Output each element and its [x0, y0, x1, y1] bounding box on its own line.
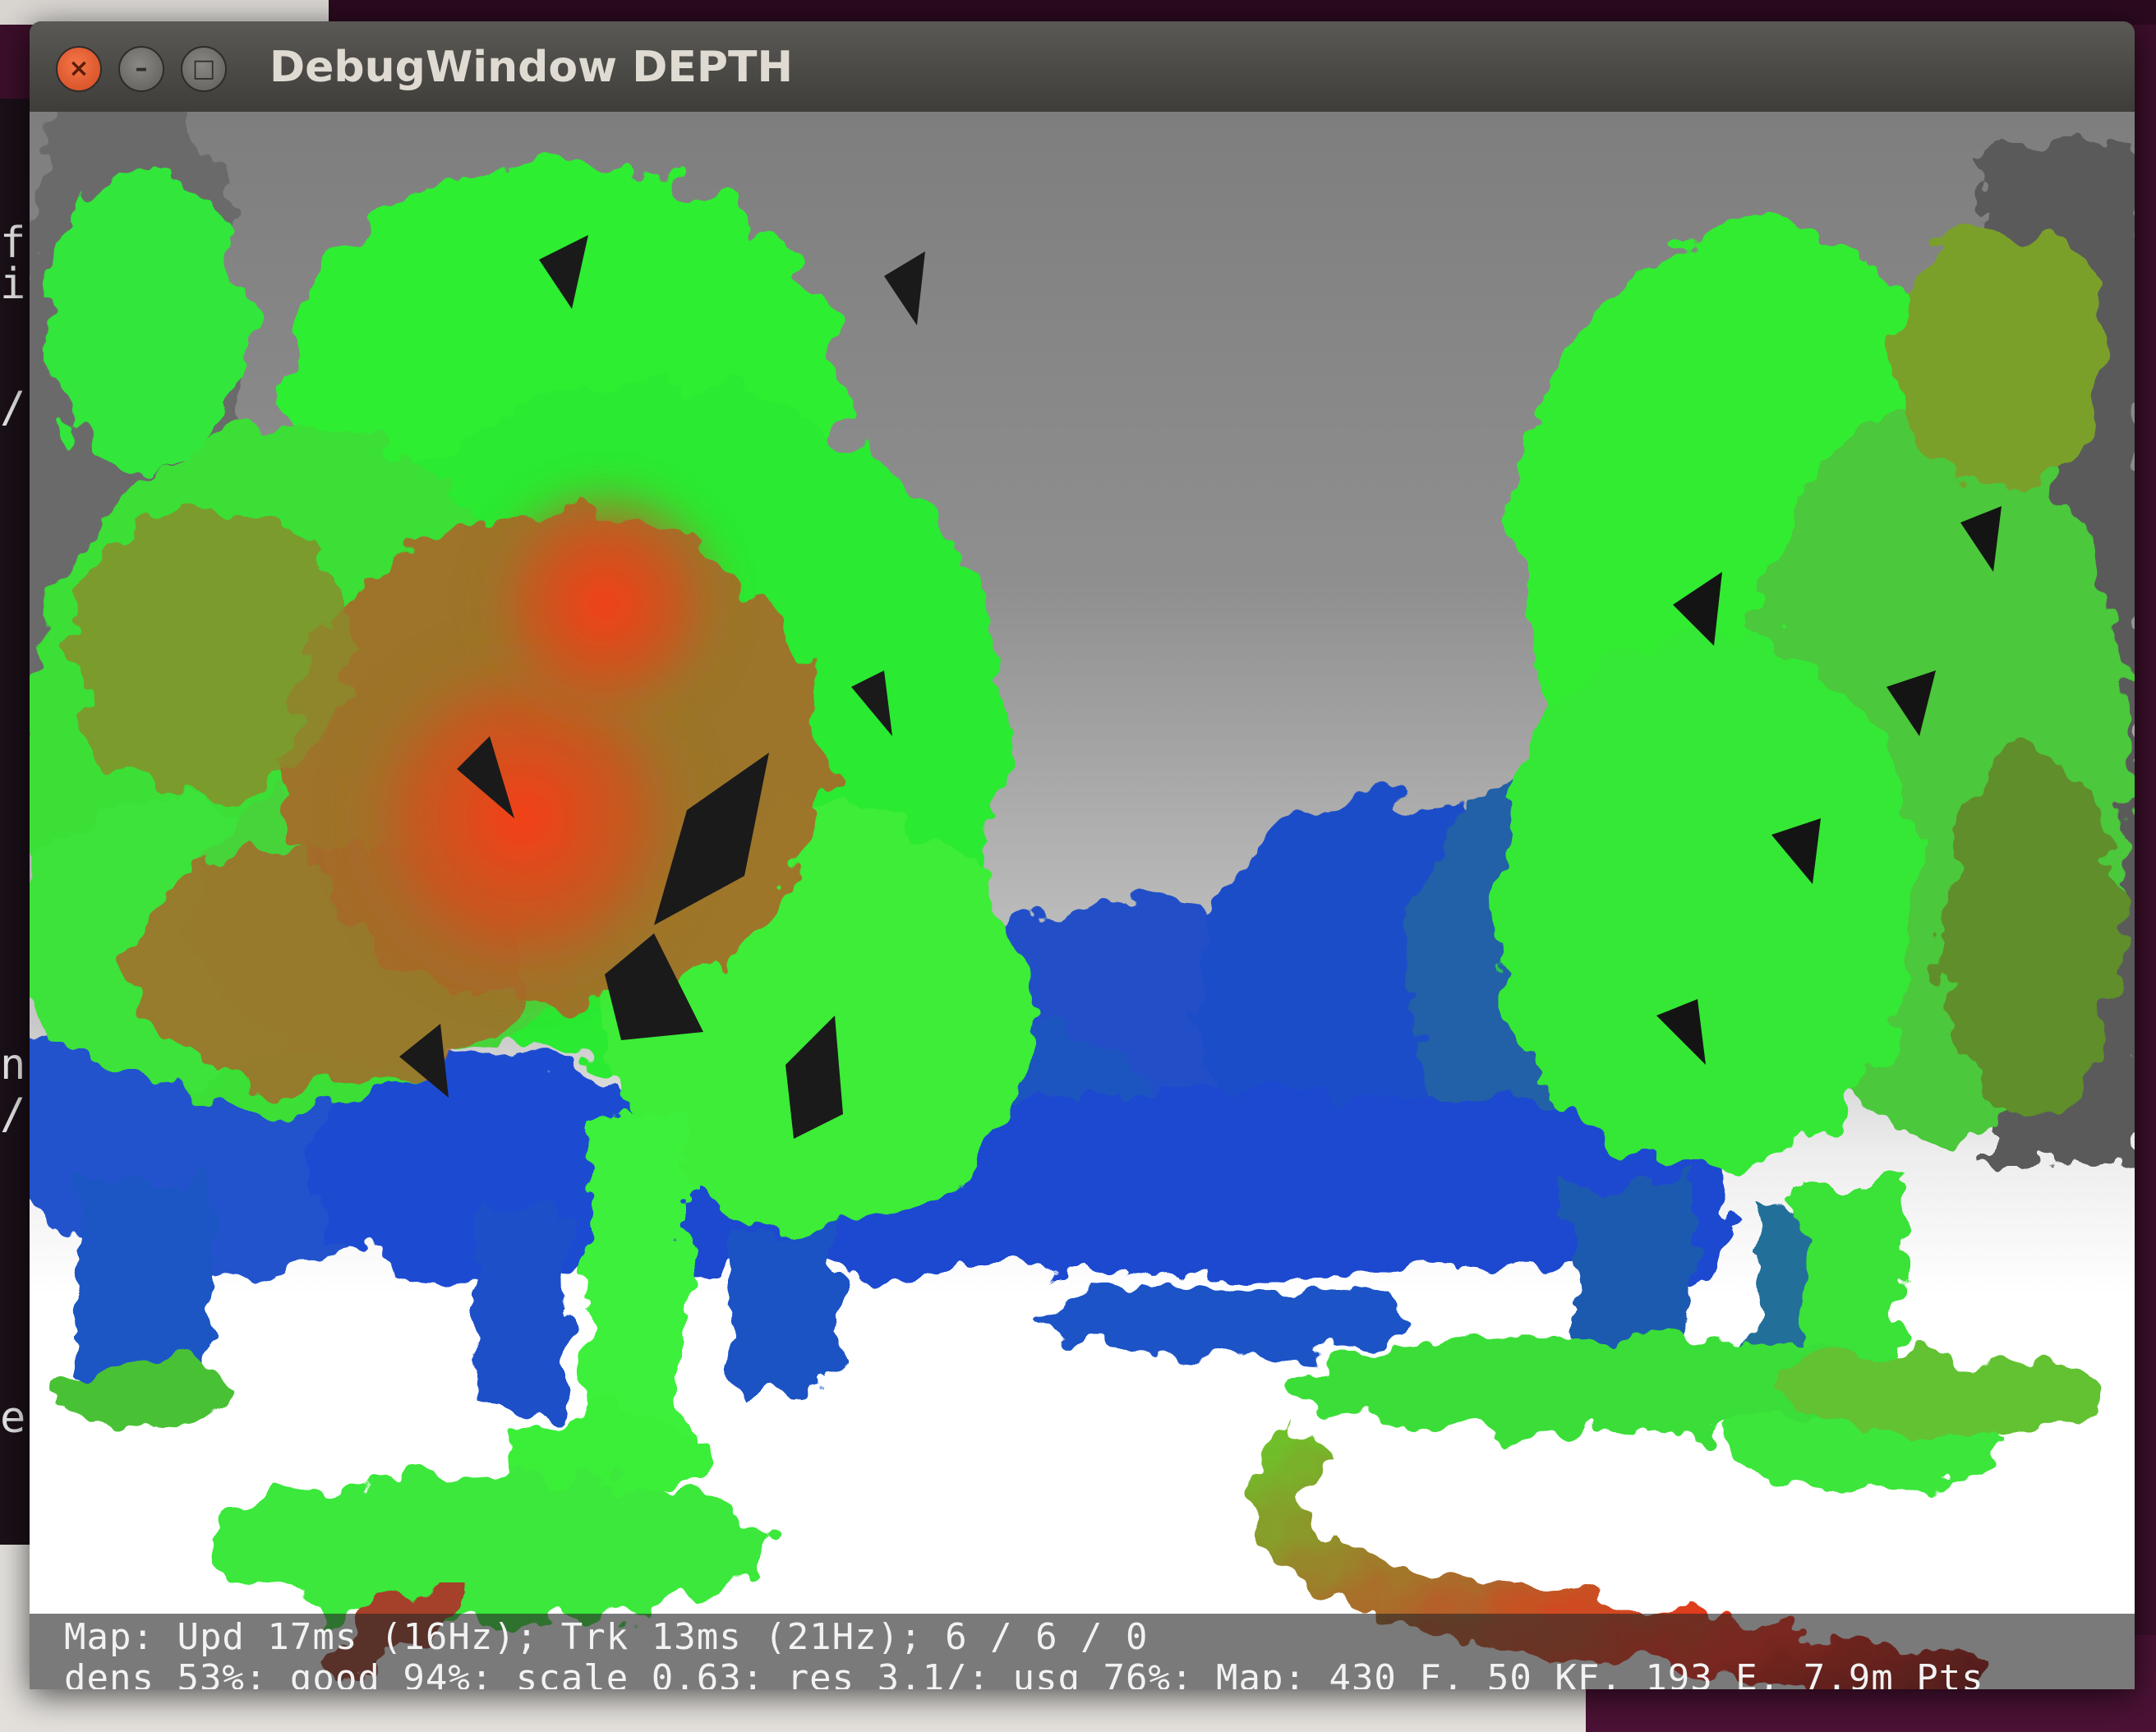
depth-view[interactable]: Map: Upd 17ms (16Hz); Trk 13ms (21Hz); 6…	[30, 112, 2135, 1689]
terminal-text: i	[0, 260, 26, 309]
depth-map-canvas	[30, 112, 2135, 1689]
maximize-glyph: □	[191, 54, 216, 83]
maximize-icon[interactable]: □	[181, 46, 227, 92]
near-red-region	[473, 473, 736, 736]
terminal-text: /	[0, 383, 26, 432]
close-glyph: ×	[68, 54, 90, 83]
status-line-map-stats: dens 53%; good 94%; scale 0.63; res 3.1/…	[64, 1657, 1984, 1690]
minimize-icon[interactable]: –	[118, 46, 164, 92]
window-titlebar[interactable]: × – □ DebugWindow DEPTH	[30, 21, 2135, 112]
debug-window: × – □ DebugWindow DEPTH Map: Upd 17ms (1…	[30, 21, 2135, 1689]
window-title: DebugWindow DEPTH	[270, 43, 793, 92]
terminal-text: f	[0, 219, 26, 268]
minimize-glyph: –	[135, 54, 148, 83]
status-line-timing: Map: Upd 17ms (16Hz); Trk 13ms (21Hz); 6…	[64, 1616, 1149, 1658]
terminal-text: /	[0, 1089, 26, 1139]
terminal-text: e	[0, 1393, 26, 1443]
close-icon[interactable]: ×	[56, 46, 102, 92]
terminal-text: n	[0, 1040, 26, 1089]
